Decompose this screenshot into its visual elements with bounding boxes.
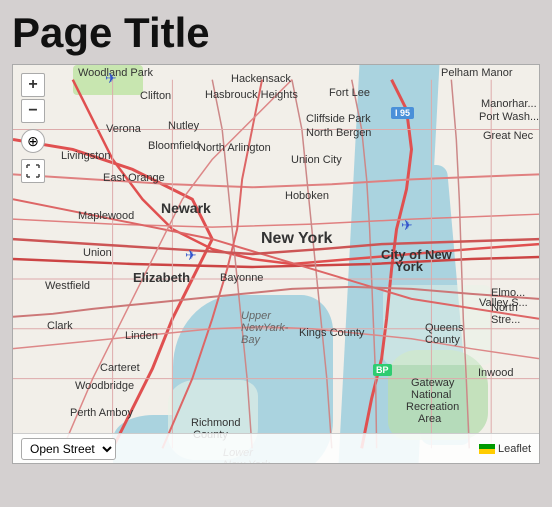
- leaflet-flag-icon: [479, 444, 495, 454]
- compass-button[interactable]: ⊕: [21, 129, 45, 153]
- map-container: Woodland Park Hackensack Pelham Manor Cl…: [12, 64, 540, 464]
- i95-badge: I 95: [391, 107, 414, 119]
- plane-icon-3: ✈: [401, 217, 413, 234]
- bp-marker: BP: [373, 364, 392, 376]
- leaflet-label: Leaflet: [498, 443, 531, 455]
- roads-overlay: [13, 65, 539, 463]
- map-controls: + − ⊕: [21, 73, 45, 183]
- page-container: Page Title: [0, 0, 552, 476]
- plane-icon-2: ✈: [185, 247, 197, 264]
- leaflet-badge: Leaflet: [479, 443, 531, 455]
- zoom-in-button[interactable]: +: [21, 73, 45, 97]
- plane-icon-1: ✈: [105, 70, 117, 87]
- page-title: Page Title: [12, 10, 540, 56]
- zoom-out-button[interactable]: −: [21, 99, 45, 123]
- fullscreen-button[interactable]: [21, 159, 45, 183]
- map-footer: Open Street Satellite Terrain Leaflet: [13, 433, 539, 463]
- layer-select[interactable]: Open Street Satellite Terrain: [21, 438, 116, 460]
